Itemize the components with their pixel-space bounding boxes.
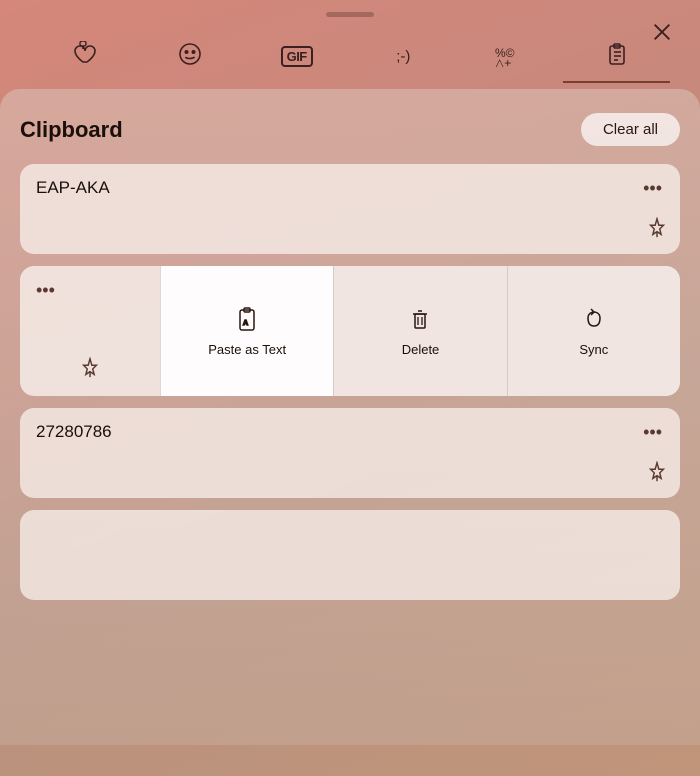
svg-text:△+: △+ [495,56,511,67]
tab-bar: GIF ;-) %© △+ [0,25,700,83]
paste-as-text-button[interactable]: A Paste as Text [160,266,333,396]
item-1-menu-button[interactable]: ••• [637,176,668,201]
tab-emoji[interactable] [137,33,244,83]
stickers-icon [70,41,96,71]
gif-icon: GIF [281,46,313,67]
drag-handle[interactable] [0,0,700,25]
emoji-icon [177,41,203,71]
clipboard-icon [604,41,630,71]
clipboard-item-2: ••• A Paste as Text [20,266,680,396]
item-2-menu-actions: A Paste as Text Delete [160,266,680,396]
tab-kaomoji[interactable]: ;-) [350,33,457,83]
item-2-pin-button[interactable] [36,357,144,382]
item-2-left: ••• [20,266,160,396]
svg-text:A: A [243,320,248,327]
kaomoji-icon: ;-) [396,49,410,64]
clipboard-title: Clipboard [20,117,123,143]
item-3-menu-button[interactable]: ••• [637,420,668,445]
item-2-menu-button[interactable]: ••• [36,280,144,301]
tab-symbols[interactable]: %© △+ [457,33,564,83]
sync-button[interactable]: Sync [507,266,680,396]
main-content: Clipboard Clear all EAP-AKA ••• ••• [0,89,700,745]
symbols-icon: %© △+ [495,41,525,71]
drag-bar [326,12,374,17]
item-1-text: EAP-AKA [36,178,110,197]
clipboard-item-4 [20,510,680,600]
clear-all-button[interactable]: Clear all [581,113,680,146]
tab-clipboard[interactable] [563,33,670,83]
tab-stickers[interactable] [30,33,137,83]
item-3-pin-button[interactable] [646,461,668,486]
sync-label: Sync [579,342,608,357]
clipboard-header: Clipboard Clear all [20,113,680,146]
item-3-text: 27280786 [36,422,112,441]
clipboard-item-1: EAP-AKA ••• [20,164,680,254]
tab-gif[interactable]: GIF [243,33,350,83]
paste-as-text-label: Paste as Text [208,342,286,357]
clipboard-item-3: 27280786 ••• [20,408,680,498]
delete-label: Delete [402,342,440,357]
delete-button[interactable]: Delete [333,266,506,396]
item-1-pin-button[interactable] [646,217,668,242]
